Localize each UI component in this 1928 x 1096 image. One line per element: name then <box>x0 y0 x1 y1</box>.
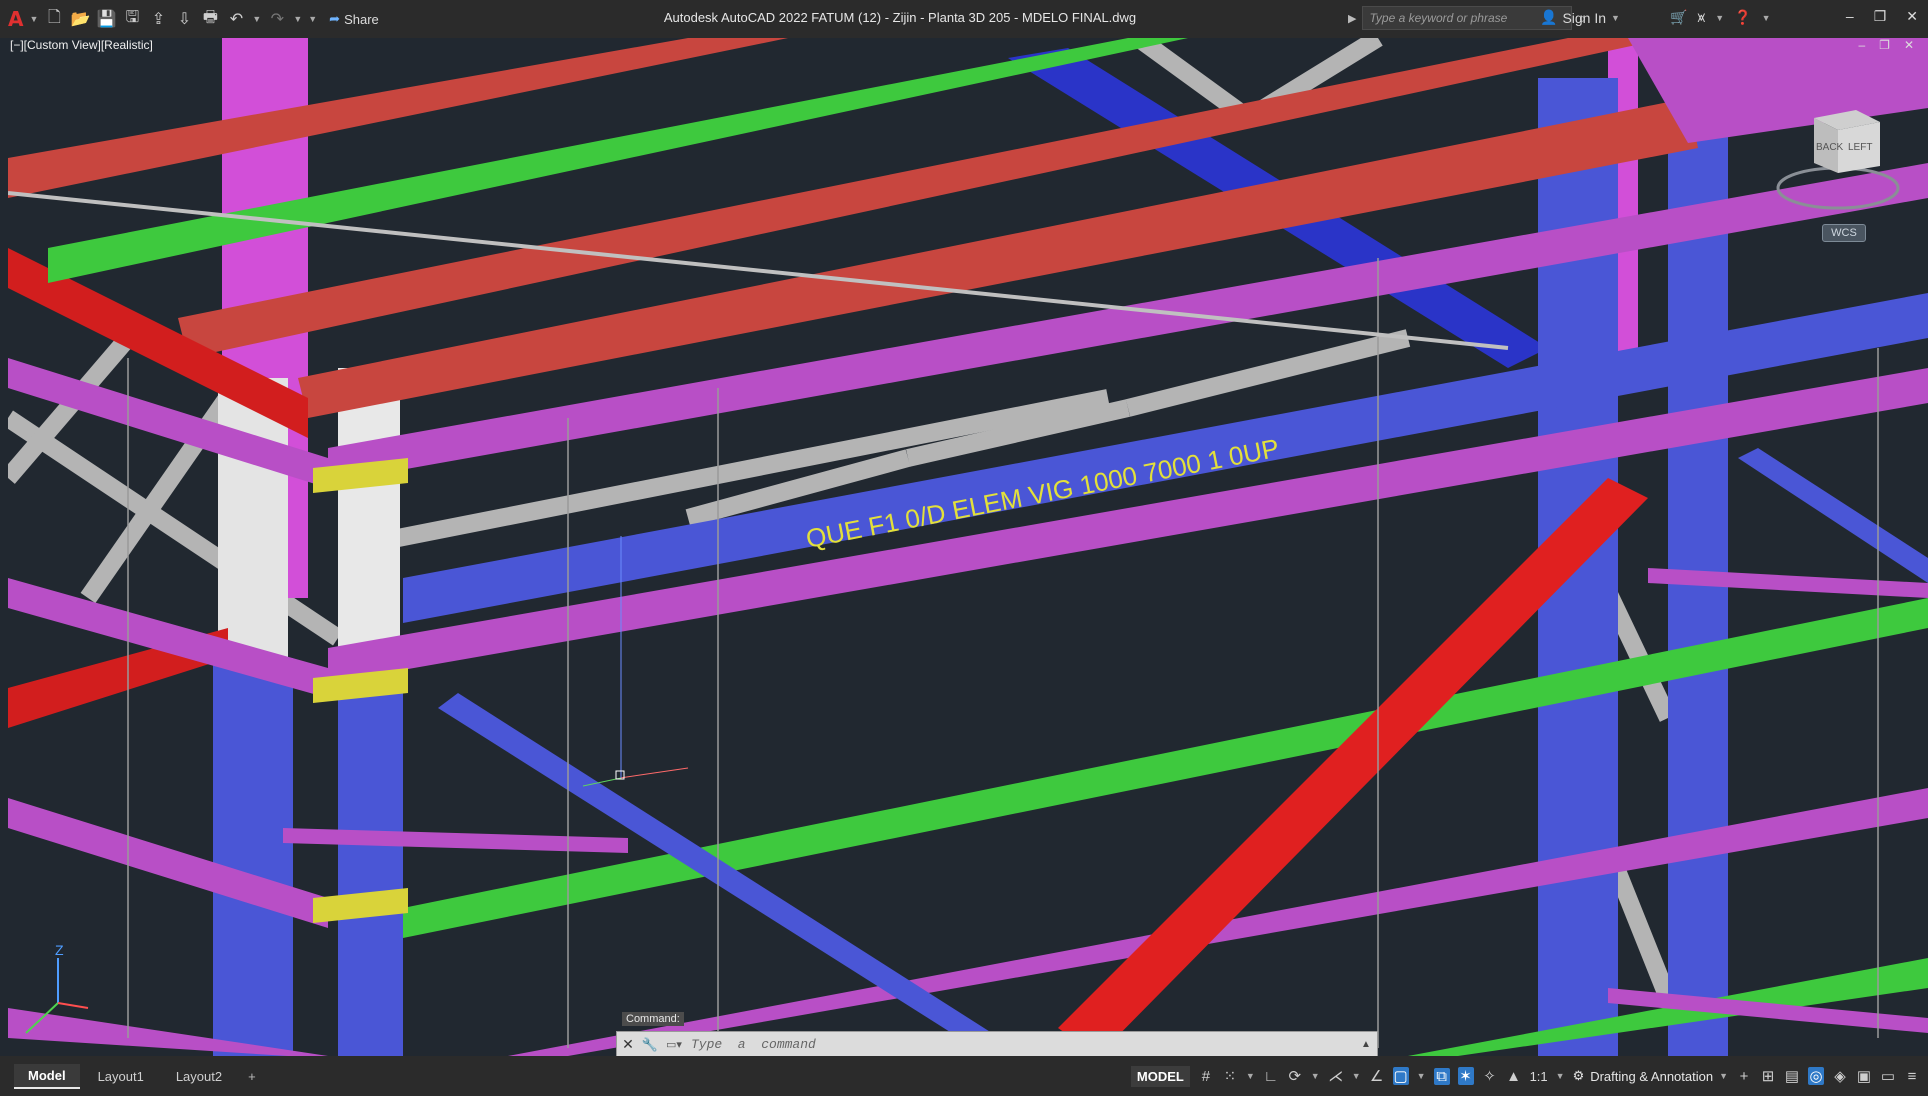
help-dropdown-icon[interactable]: ▼ <box>1762 13 1771 23</box>
isolate-objects-icon[interactable]: ◈ <box>1832 1067 1848 1085</box>
isodraft-dropdown-icon[interactable]: ▼ <box>1352 1071 1361 1081</box>
application-menu-caret-icon[interactable]: ▼ <box>29 14 38 24</box>
redo-dropdown-icon[interactable]: ▼ <box>293 14 302 24</box>
ucs-z-label: Z <box>55 942 64 958</box>
sign-in-dropdown-icon: ▼ <box>1611 12 1620 23</box>
open-file-icon[interactable]: 📂 <box>70 9 90 29</box>
undo-icon[interactable]: ↶ <box>226 9 246 29</box>
isodraft-icon[interactable]: ⋌ <box>1328 1067 1344 1085</box>
new-file-icon[interactable]: 🗋 <box>44 6 64 33</box>
window-title: Autodesk AutoCAD 2022 FATUM (12) - Zijin… <box>663 10 1137 25</box>
hardware-acceleration-icon[interactable]: ▣ <box>1856 1067 1872 1085</box>
ortho-icon[interactable]: ∟ <box>1263 1068 1279 1085</box>
quick-properties-icon[interactable]: ▤ <box>1784 1067 1800 1085</box>
undo-dropdown-icon[interactable]: ▼ <box>252 14 261 24</box>
recent-commands-icon[interactable]: ▭▾ <box>661 1038 687 1051</box>
grid-icon[interactable]: # <box>1198 1068 1214 1085</box>
scale-dropdown-icon[interactable]: ▼ <box>1556 1071 1565 1081</box>
save-to-web-icon[interactable]: ⇩ <box>174 9 194 29</box>
open-from-web-icon[interactable]: ⇪ <box>148 9 168 29</box>
share-button[interactable]: ➦ Share <box>329 11 379 27</box>
add-layout-button[interactable]: + <box>240 1065 264 1088</box>
customize-toolbar-icon[interactable]: ▼ <box>308 14 317 24</box>
gear-icon: ⚙ <box>1572 1068 1585 1083</box>
object-snap-icon[interactable]: ▢ <box>1392 1067 1409 1085</box>
polar-dropdown-icon[interactable]: ▼ <box>1311 1071 1320 1081</box>
restore-button[interactable]: ❐ <box>1874 8 1887 25</box>
window-controls: – ❐ ✕ <box>1846 8 1918 25</box>
auto-scale-icon[interactable]: ✧ <box>1482 1067 1498 1085</box>
sign-in-button[interactable]: 👤 Sign In ▼ <box>1540 9 1620 26</box>
viewport-minimize-button[interactable]: – <box>1858 38 1865 52</box>
viewcube-left-label[interactable]: LEFT <box>1848 142 1872 153</box>
model-scene: QUE F1 0/D ELEM VIG 1000 7000 1 0UP Z BA… <box>8 38 1928 1056</box>
cart-icon[interactable]: 🛒 <box>1670 9 1687 26</box>
blue-column <box>1668 118 1728 1056</box>
autodesk-app-icon[interactable]: ⩙ <box>1697 9 1705 26</box>
close-button[interactable]: ✕ <box>1906 8 1918 25</box>
customization-menu-icon[interactable]: ≡ <box>1904 1068 1920 1085</box>
command-input[interactable] <box>687 1034 1355 1055</box>
plot-icon[interactable]: 🖶 <box>200 6 220 33</box>
drawing-viewport[interactable]: QUE F1 0/D ELEM VIG 1000 7000 1 0UP Z BA… <box>8 38 1928 1056</box>
snap-icon[interactable]: ⁙ <box>1222 1067 1238 1085</box>
annotation-scale-value[interactable]: 1:1 <box>1530 1069 1548 1084</box>
command-line: Command: ✕ 🔧 ▭▾ ▲ <box>616 1012 1378 1058</box>
annotation-scale-icon[interactable]: ▲ <box>1506 1068 1522 1085</box>
close-command-line-icon[interactable]: ✕ <box>617 1036 639 1053</box>
polar-tracking-icon[interactable]: ⟳ <box>1287 1067 1303 1085</box>
viewport-close-button[interactable]: ✕ <box>1904 38 1914 52</box>
units-icon[interactable]: ⊞ <box>1760 1067 1776 1085</box>
model-space-toggle[interactable]: MODEL <box>1130 1065 1190 1087</box>
command-history-toggle-icon[interactable]: ▲ <box>1355 1039 1377 1050</box>
workspace-switch[interactable]: ⚙ Drafting & Annotation ▼ <box>1573 1068 1728 1084</box>
help-icon[interactable]: ❓ <box>1734 9 1751 26</box>
white-column <box>218 378 288 678</box>
title-bar: A ▼ 🗋 📂 💾 🖫 ⇪ ⇩ 🖶 ↶ ▼ ↷ ▼ ▼ ➦ Share Auto… <box>0 0 1928 38</box>
blue-column <box>338 678 403 1056</box>
minimize-button[interactable]: – <box>1846 8 1854 25</box>
app-dropdown-icon[interactable]: ▼ <box>1715 13 1724 23</box>
status-toggles: MODEL # ⁙ ▼ ∟ ⟳ ▼ ⋌ ▼ ∠ ▢ ▼ ⧉ ✶ ✧ ▲ 1:1 … <box>1130 1056 1928 1096</box>
account-toolbar: 👤 Sign In ▼ 🛒 ⩙ ▼ ❓ ▼ <box>1540 9 1771 26</box>
tab-layout1[interactable]: Layout1 <box>84 1065 158 1088</box>
object-snap-dropdown-icon[interactable]: ▼ <box>1417 1071 1426 1081</box>
annotation-visibility-icon[interactable]: ✶ <box>1457 1067 1474 1085</box>
plus-icon[interactable]: + <box>1736 1068 1752 1085</box>
share-icon: ➦ <box>329 11 341 26</box>
workspace-label: Drafting & Annotation <box>1590 1068 1714 1084</box>
clean-screen-icon[interactable]: ▭ <box>1880 1067 1896 1085</box>
share-label: Share <box>344 11 379 27</box>
blue-column <box>213 658 293 1056</box>
customize-wrench-icon[interactable]: 🔧 <box>639 1037 661 1053</box>
command-bar: ✕ 🔧 ▭▾ ▲ <box>616 1031 1378 1058</box>
sign-in-label: Sign In <box>1562 9 1607 26</box>
wcs-menu[interactable]: WCS <box>1822 224 1866 242</box>
save-as-icon[interactable]: 🖫 <box>122 6 142 33</box>
graphics-performance-icon[interactable]: ◎ <box>1808 1067 1824 1085</box>
layout-tabs: Model Layout1 Layout2 + <box>0 1063 264 1089</box>
quick-access-toolbar: A ▼ 🗋 📂 💾 🖫 ⇪ ⇩ 🖶 ↶ ▼ ↷ ▼ ▼ ➦ Share <box>0 6 568 33</box>
object-snap-tracking-icon[interactable]: ∠ <box>1369 1067 1385 1085</box>
viewcube-back-label[interactable]: BACK <box>1816 142 1844 153</box>
command-history-label: Command: <box>622 1012 684 1026</box>
snap-dropdown-icon[interactable]: ▼ <box>1246 1071 1255 1081</box>
user-icon: 👤 <box>1540 9 1558 25</box>
application-menu-button[interactable]: A <box>8 7 23 31</box>
tab-layout2[interactable]: Layout2 <box>162 1065 236 1088</box>
viewport-controls-label[interactable]: [−][Custom View][Realistic] <box>10 38 153 52</box>
workspace-dropdown-icon: ▼ <box>1719 1071 1728 1081</box>
status-bar: Model Layout1 Layout2 + MODEL # ⁙ ▼ ∟ ⟳ … <box>0 1056 1928 1096</box>
selection-cycling-icon[interactable]: ⧉ <box>1433 1067 1450 1085</box>
viewport-window-controls: – ❐ ✕ <box>1858 38 1914 52</box>
expand-arrow-icon[interactable]: ▶ <box>1348 12 1356 25</box>
tab-model[interactable]: Model <box>14 1063 80 1089</box>
redo-icon[interactable]: ↷ <box>267 9 287 29</box>
viewport-restore-button[interactable]: ❐ <box>1879 38 1890 52</box>
save-icon[interactable]: 💾 <box>96 9 116 29</box>
